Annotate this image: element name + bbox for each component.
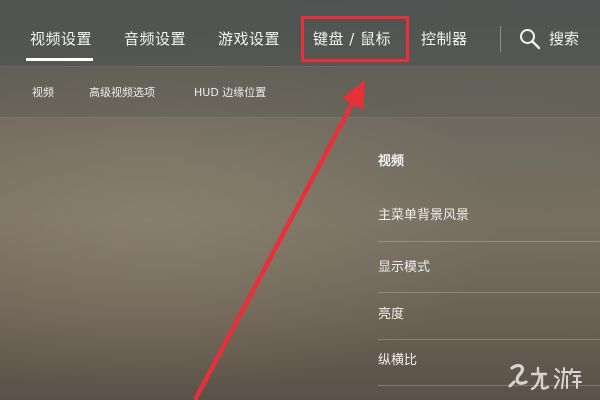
tab-audio-settings[interactable]: 音频设置: [124, 28, 186, 50]
row-divider: [378, 241, 600, 242]
subtab-video[interactable]: 视频: [32, 86, 54, 100]
setting-row-display-mode[interactable]: 显示模式: [378, 259, 600, 277]
subtab-advanced-video[interactable]: 高级视频选项: [89, 86, 155, 100]
watermark-logo: [508, 363, 582, 391]
tab-video-settings[interactable]: 视频设置: [30, 28, 92, 50]
setting-label: 主菜单背景风景: [378, 208, 470, 223]
search-button[interactable]: 搜索: [549, 28, 579, 50]
setting-row-menu-background[interactable]: 主菜单背景风景: [378, 207, 600, 225]
tab-game-settings[interactable]: 游戏设置: [218, 28, 280, 50]
nav-divider: [500, 26, 501, 52]
section-title: 视频: [378, 154, 405, 169]
active-tab-indicator: [26, 58, 93, 61]
setting-row-brightness[interactable]: 亮度: [378, 306, 600, 324]
setting-label: 显示模式: [378, 260, 431, 275]
row-divider: [378, 339, 600, 340]
annotation-highlight-box: [301, 16, 409, 62]
subtab-hud-edge-position[interactable]: HUD 边缘位置: [194, 86, 266, 100]
sub-nav-bar: 视频 高级视频选项 HUD 边缘位置: [0, 67, 600, 118]
tab-controller[interactable]: 控制器: [421, 28, 468, 50]
row-divider: [378, 292, 600, 293]
settings-list: 视频 主菜单背景风景 显示模式 亮度 纵横比: [378, 117, 600, 400]
search-icon[interactable]: [518, 27, 542, 51]
top-nav-bar: 视频设置 音频设置 游戏设置 键盘 / 鼠标 控制器 搜索: [0, 0, 600, 67]
setting-label: 亮度: [378, 307, 405, 322]
